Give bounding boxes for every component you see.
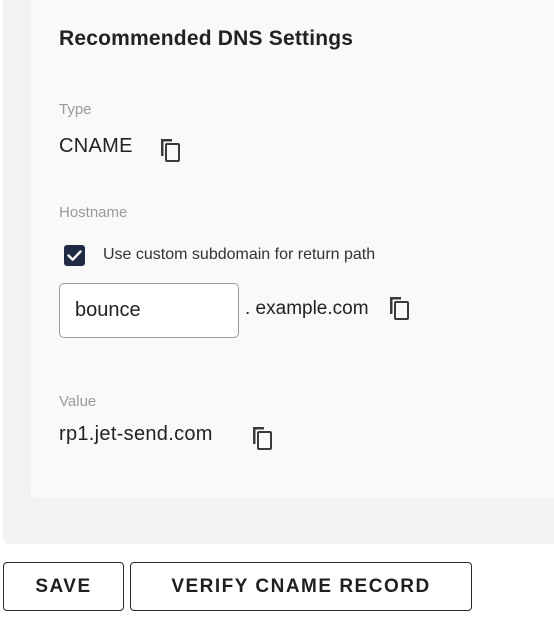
checkmark-icon <box>67 250 82 261</box>
custom-subdomain-checkbox-label[interactable]: Use custom subdomain for return path <box>103 246 375 264</box>
hostname-label: Hostname <box>59 204 128 221</box>
value-label: Value <box>59 393 97 410</box>
copy-hostname-icon[interactable] <box>387 295 411 321</box>
type-label: Type <box>59 101 92 118</box>
domain-suffix: . example.com <box>245 298 369 319</box>
verify-cname-record-button[interactable]: VERIFY CNAME RECORD <box>130 562 472 611</box>
value-value: rp1.jet-send.com <box>59 423 213 445</box>
card-title: Recommended DNS Settings <box>59 27 354 50</box>
copy-value-icon[interactable] <box>250 425 274 451</box>
type-value: CNAME <box>59 135 133 157</box>
subdomain-input[interactable] <box>59 283 239 338</box>
copy-type-icon[interactable] <box>158 137 182 163</box>
custom-subdomain-checkbox[interactable] <box>64 245 85 266</box>
save-button[interactable]: SAVE <box>3 562 124 611</box>
